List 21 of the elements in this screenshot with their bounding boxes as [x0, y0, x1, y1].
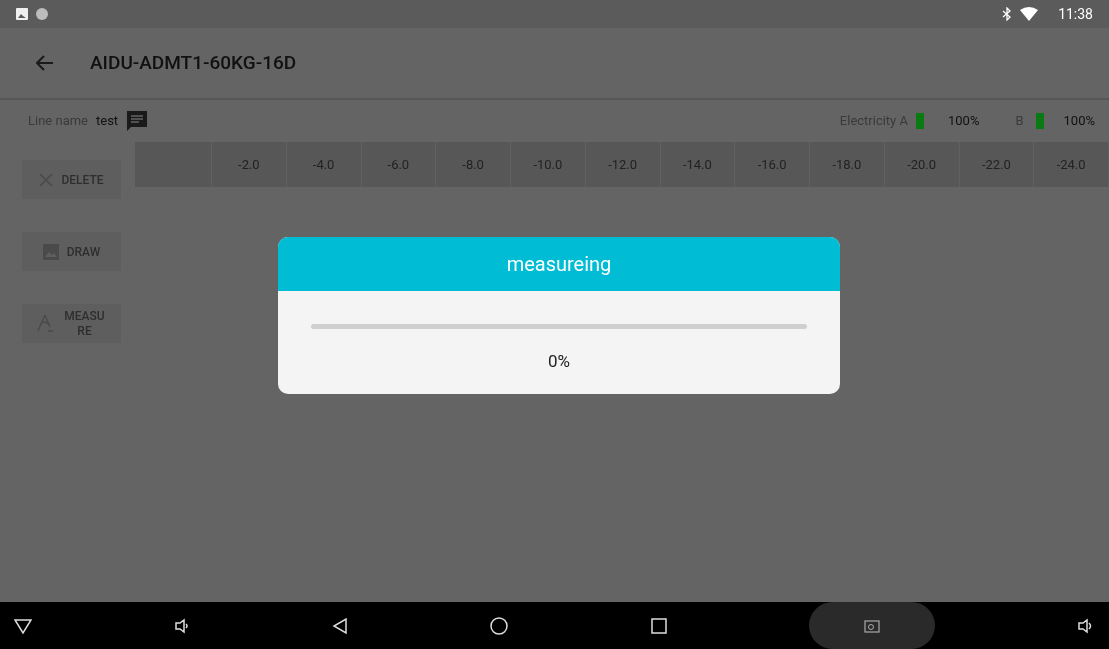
battery-reading: 100% — [948, 112, 980, 131]
recents-icon[interactable] — [650, 617, 667, 634]
back-icon[interactable] — [332, 616, 349, 635]
screenshot-button[interactable] — [808, 602, 935, 649]
camera-icon — [863, 618, 880, 633]
battery-icon — [1035, 113, 1044, 129]
message-icon[interactable] — [126, 110, 149, 132]
battery-reading: 100% — [1063, 112, 1095, 131]
triangle-down-icon[interactable] — [14, 617, 32, 634]
volume-down-icon[interactable] — [174, 617, 191, 634]
home-icon[interactable] — [490, 616, 509, 635]
clock-time: 11:38 — [1058, 4, 1093, 24]
dialog-title: measureing — [278, 237, 840, 291]
image-icon — [16, 8, 28, 20]
wifi-icon — [1020, 7, 1039, 21]
progress-percent: 0% — [547, 350, 571, 373]
line-name-value: test — [96, 112, 119, 131]
battery-icon — [916, 113, 924, 129]
device-title: AIDU-ADMT1-60KG-16D — [90, 49, 297, 76]
back-arrow-icon[interactable] — [36, 55, 54, 71]
bluetooth-icon — [1002, 7, 1013, 21]
